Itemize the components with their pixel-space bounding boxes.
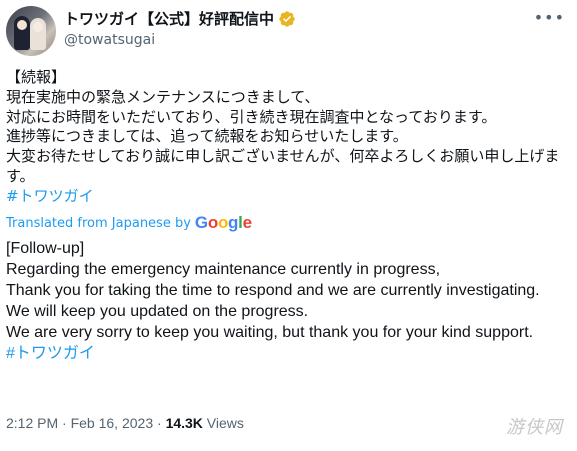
google-logo: Google	[195, 213, 252, 233]
tweet-header: トワツガイ【公式】好評配信中 @towatsugai •••	[6, 6, 577, 58]
views-count: 14.3K	[165, 415, 203, 431]
google-letter: g	[228, 213, 239, 232]
account-handle[interactable]: @towatsugai	[64, 32, 155, 48]
tweet-original-text: 【続報】 現在実施中の緊急メンテナンスにつきまして、 対応にお時間をいただいてお…	[6, 68, 566, 207]
google-letter: o	[207, 213, 218, 232]
original-body: 【続報】 現在実施中の緊急メンテナンスにつきまして、 対応にお時間をいただいてお…	[6, 68, 560, 185]
avatar[interactable]	[6, 6, 56, 56]
meta-separator-2: ·	[153, 415, 166, 431]
more-options-icon[interactable]: •••	[534, 8, 565, 27]
original-hashtag-link[interactable]: #トワツガイ	[6, 187, 94, 205]
translated-label: Translated from Japanese by	[6, 215, 191, 231]
google-letter: o	[217, 213, 229, 232]
google-letter: e	[242, 213, 252, 232]
tweet-translated-text: [Follow-up] Regarding the emergency main…	[6, 238, 566, 364]
tweet-time-link[interactable]: 2:12 PM · Feb 16, 2023	[6, 415, 153, 431]
meta-separator: ·	[58, 415, 71, 431]
translation-attribution: Translated from Japanese by Google	[6, 213, 252, 233]
translated-hashtag-link[interactable]: #トワツガイ	[6, 345, 95, 362]
name-row: トワツガイ【公式】好評配信中	[64, 8, 296, 29]
views-link[interactable]: 14.3K Views	[166, 415, 244, 431]
views-label: Views	[202, 415, 244, 431]
watermark-logo: 游侠网	[506, 417, 563, 438]
display-name[interactable]: トワツガイ【公式】好評配信中	[64, 8, 274, 29]
tweet-time: 2:12 PM	[6, 415, 59, 431]
tweet-meta: 2:12 PM · Feb 16, 2023 · 14.3K Views	[6, 415, 244, 431]
tweet-date: Feb 16, 2023	[70, 415, 154, 431]
translated-body: [Follow-up] Regarding the emergency main…	[6, 240, 540, 341]
verified-badge-icon	[279, 10, 295, 27]
google-letter: G	[194, 213, 208, 232]
